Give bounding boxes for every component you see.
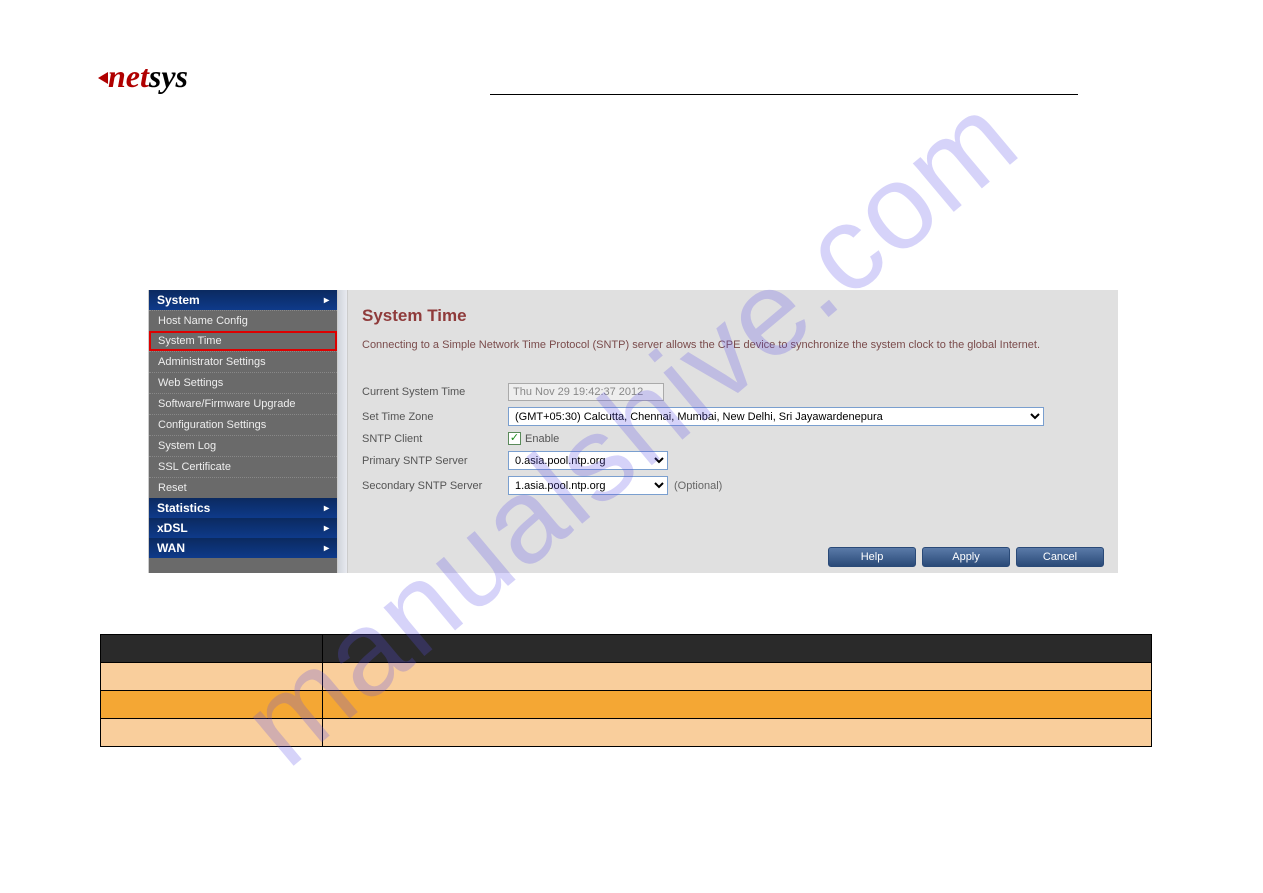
table-cell (323, 662, 1151, 690)
primary-sntp-select[interactable]: 0.asia.pool.ntp.org (508, 451, 668, 470)
sidebar-section-wan[interactable]: WAN ▸ (149, 538, 337, 558)
chevron-right-icon: ▸ (324, 503, 329, 514)
chevron-right-icon: ▸ (324, 295, 329, 306)
header-underline (490, 94, 1078, 95)
sidebar-item-administrator-settings[interactable]: Administrator Settings (149, 351, 337, 372)
table-header-cell (323, 634, 1151, 662)
label-primary-sntp: Primary SNTP Server (362, 455, 508, 467)
section-label: Statistics (157, 501, 210, 515)
sidebar-section-statistics[interactable]: Statistics ▸ (149, 498, 337, 518)
sidebar-item-configuration-settings[interactable]: Configuration Settings (149, 414, 337, 435)
sidebar-section-system[interactable]: System ▸ (149, 290, 337, 310)
timezone-select[interactable]: (GMT+05:30) Calcutta, Chennai, Mumbai, N… (508, 407, 1044, 426)
help-button[interactable]: Help (828, 547, 916, 567)
button-bar: Help Apply Cancel (828, 547, 1104, 567)
table-row (101, 718, 1151, 746)
label-sntp-client: SNTP Client (362, 433, 508, 445)
apply-button[interactable]: Apply (922, 547, 1010, 567)
secondary-sntp-select[interactable]: 1.asia.pool.ntp.org (508, 476, 668, 495)
table-cell (323, 690, 1151, 718)
page-description: Connecting to a Simple Network Time Prot… (362, 338, 1104, 353)
sidebar-item-ssl-certificate[interactable]: SSL Certificate (149, 456, 337, 477)
table-header-cell (101, 634, 323, 662)
logo: netsys (108, 58, 188, 95)
main-panel: System Time Connecting to a Simple Netwo… (348, 290, 1118, 573)
chevron-right-icon: ▸ (324, 543, 329, 554)
optional-label: (Optional) (674, 480, 722, 492)
logo-left: net (108, 58, 149, 94)
doc-table (100, 634, 1152, 747)
sidebar-item-reset[interactable]: Reset (149, 477, 337, 498)
table-cell (323, 718, 1151, 746)
table-cell (101, 690, 323, 718)
current-time-display (508, 383, 664, 401)
label-current-time: Current System Time (362, 386, 508, 398)
page-title: System Time (362, 306, 1104, 326)
sidebar-item-system-time[interactable]: System Time (149, 331, 337, 351)
vertical-separator (337, 290, 348, 573)
sntp-enable-checkbox[interactable]: ✓ (508, 432, 521, 445)
cancel-button[interactable]: Cancel (1016, 547, 1104, 567)
label-secondary-sntp: Secondary SNTP Server (362, 480, 508, 492)
table-cell (101, 662, 323, 690)
sidebar-item-host-name-config[interactable]: Host Name Config (149, 310, 337, 331)
logo-right: sys (149, 58, 188, 94)
sidebar-item-web-settings[interactable]: Web Settings (149, 372, 337, 393)
section-label: xDSL (157, 521, 188, 535)
table-row (101, 690, 1151, 718)
screenshot-region: System ▸ Host Name Config System Time Ad… (148, 290, 1118, 573)
sntp-enable-label: Enable (525, 433, 559, 445)
table-row (101, 662, 1151, 690)
sidebar-section-xdsl[interactable]: xDSL ▸ (149, 518, 337, 538)
section-label: WAN (157, 541, 185, 555)
chevron-right-icon: ▸ (324, 523, 329, 534)
sidebar: System ▸ Host Name Config System Time Ad… (148, 290, 337, 573)
table-cell (101, 718, 323, 746)
table-header-row (101, 634, 1151, 662)
section-label: System (157, 293, 200, 307)
label-timezone: Set Time Zone (362, 411, 508, 423)
logo-accent (98, 72, 108, 84)
sidebar-item-software-firmware-upgrade[interactable]: Software/Firmware Upgrade (149, 393, 337, 414)
sidebar-item-system-log[interactable]: System Log (149, 435, 337, 456)
